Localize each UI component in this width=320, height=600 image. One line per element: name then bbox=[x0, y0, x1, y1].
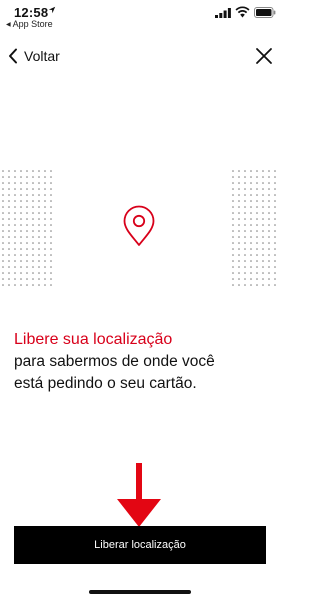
back-to-app-label: App Store bbox=[12, 19, 53, 29]
wifi-icon bbox=[235, 6, 250, 18]
battery-icon bbox=[254, 7, 276, 18]
chevron-left-icon bbox=[9, 48, 17, 64]
description-line-2: está pedindo o seu cartão. bbox=[14, 375, 197, 392]
signal-icon bbox=[215, 8, 231, 18]
description-line-1: para sabermos de onde você bbox=[14, 353, 215, 370]
close-icon[interactable] bbox=[255, 47, 273, 65]
location-pin-icon bbox=[123, 205, 155, 246]
back-triangle-icon: ◀ bbox=[6, 22, 11, 28]
dot-pattern-right bbox=[230, 168, 280, 288]
home-indicator bbox=[89, 590, 191, 594]
back-button[interactable]: Voltar bbox=[8, 46, 60, 66]
allow-location-button[interactable]: Liberar localização bbox=[14, 526, 266, 564]
dot-pattern-left bbox=[0, 168, 56, 288]
location-arrow-icon bbox=[48, 6, 56, 14]
back-button-label: Voltar bbox=[24, 48, 60, 64]
red-arrow-annotation bbox=[117, 463, 161, 527]
status-time: 12:58 bbox=[14, 5, 49, 20]
headline: Libere sua localização bbox=[14, 331, 173, 348]
status-bar: 12:58 ◀ App Store bbox=[0, 0, 280, 32]
back-to-app-link[interactable]: ◀ App Store bbox=[6, 19, 53, 29]
